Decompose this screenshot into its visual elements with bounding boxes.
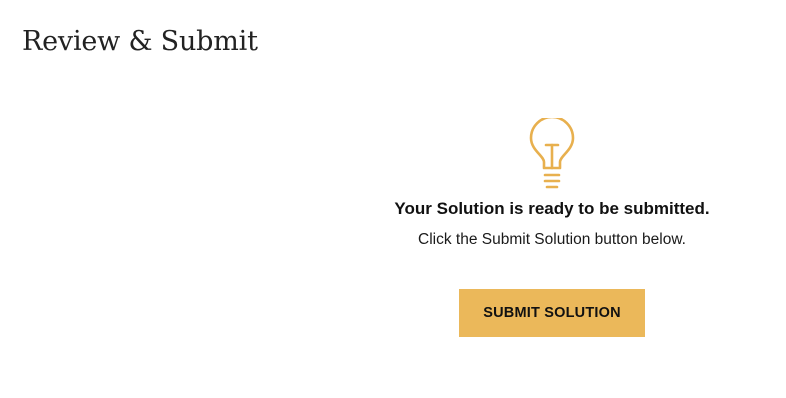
lightbulb-icon [526, 115, 578, 190]
page-title: Review & Submit [22, 26, 258, 57]
ready-message: Your Solution is ready to be submitted. [394, 199, 710, 218]
submit-solution-button[interactable]: SUBMIT SOLUTION [459, 289, 645, 337]
instruction-text: Click the Submit Solution button below. [418, 231, 686, 248]
submit-panel: Your Solution is ready to be submitted. … [352, 115, 752, 358]
